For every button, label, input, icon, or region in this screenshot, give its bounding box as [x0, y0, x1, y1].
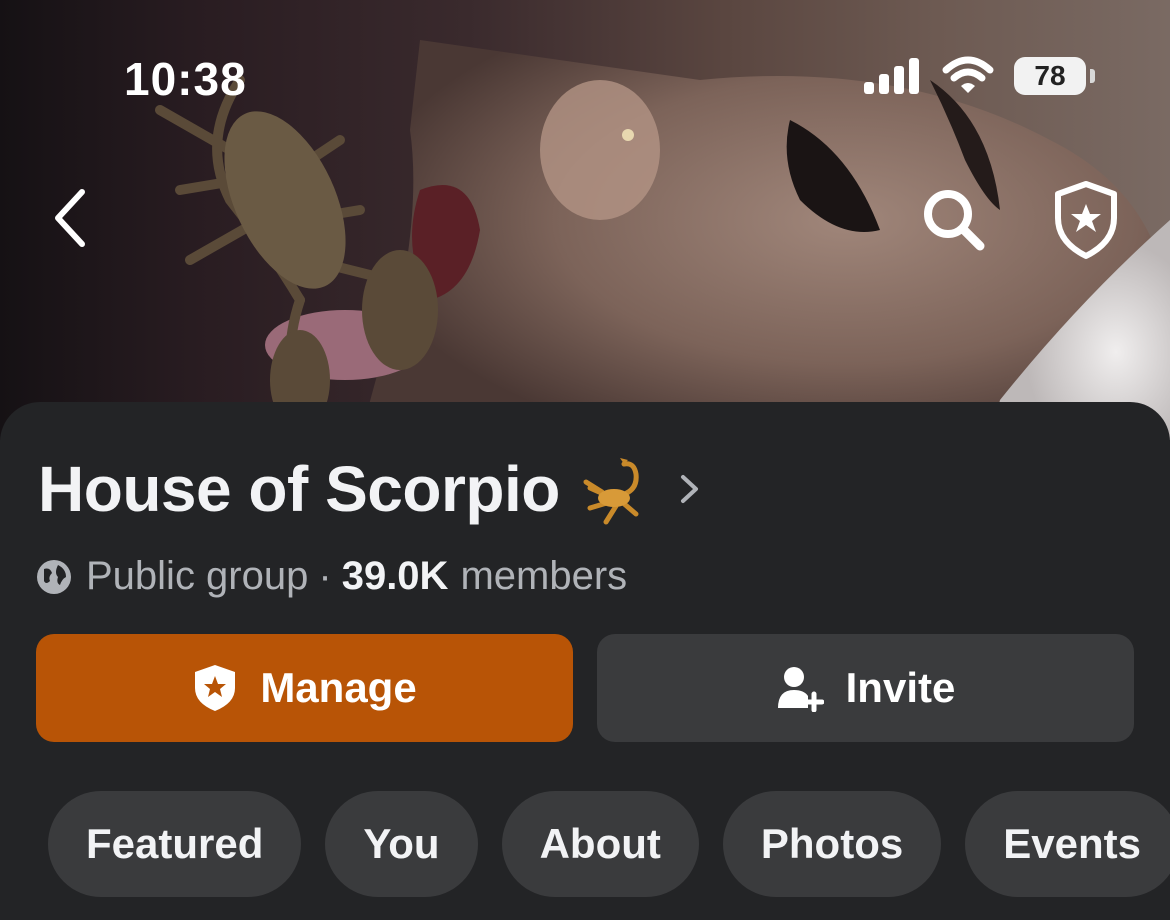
back-icon: [55, 189, 85, 247]
battery-indicator: 78: [1014, 57, 1095, 95]
privacy-label: Public group: [86, 554, 309, 598]
tab-about[interactable]: About: [501, 791, 699, 897]
scorpion-emoji-icon: [583, 458, 639, 525]
group-meta: Public group · 39.0K members: [36, 554, 627, 599]
group-name: House of Scorpio: [38, 453, 560, 525]
member-label: members: [460, 554, 628, 598]
admin-tools-button[interactable]: [1052, 180, 1120, 265]
meta-separator: ·: [318, 554, 332, 598]
tab-featured[interactable]: Featured: [48, 791, 302, 897]
status-time: 10:38: [124, 53, 247, 105]
invite-label: Invite: [845, 664, 956, 711]
invite-button[interactable]: Invite: [597, 634, 1134, 742]
tab-events[interactable]: Events: [965, 791, 1170, 897]
shield-star-icon: [195, 665, 236, 711]
search-button[interactable]: [920, 186, 990, 261]
manage-label: Manage: [260, 664, 417, 711]
member-count[interactable]: 39.0K: [342, 554, 449, 599]
search-icon: [924, 190, 985, 251]
group-info-card: House of Scorpio Public group · 39.0K me…: [0, 402, 1170, 920]
group-title-row[interactable]: House of Scorpio: [38, 452, 702, 526]
wifi-icon: [942, 56, 994, 93]
person-add-icon: [777, 667, 824, 712]
manage-button[interactable]: Manage: [36, 634, 573, 742]
tab-photos[interactable]: Photos: [722, 791, 942, 897]
battery-level: 78: [1034, 60, 1066, 91]
back-button[interactable]: [48, 186, 92, 255]
admin-shield-icon: [1055, 181, 1117, 259]
chevron-right-icon: [680, 475, 698, 503]
signal-icon: [864, 58, 919, 94]
globe-icon: [37, 559, 71, 594]
group-tabs: Featured You About Photos Events: [48, 791, 1170, 897]
tab-you[interactable]: You: [325, 791, 478, 897]
status-icons: 78: [862, 56, 1095, 96]
cover-photo: 10:38 78: [0, 0, 1170, 440]
